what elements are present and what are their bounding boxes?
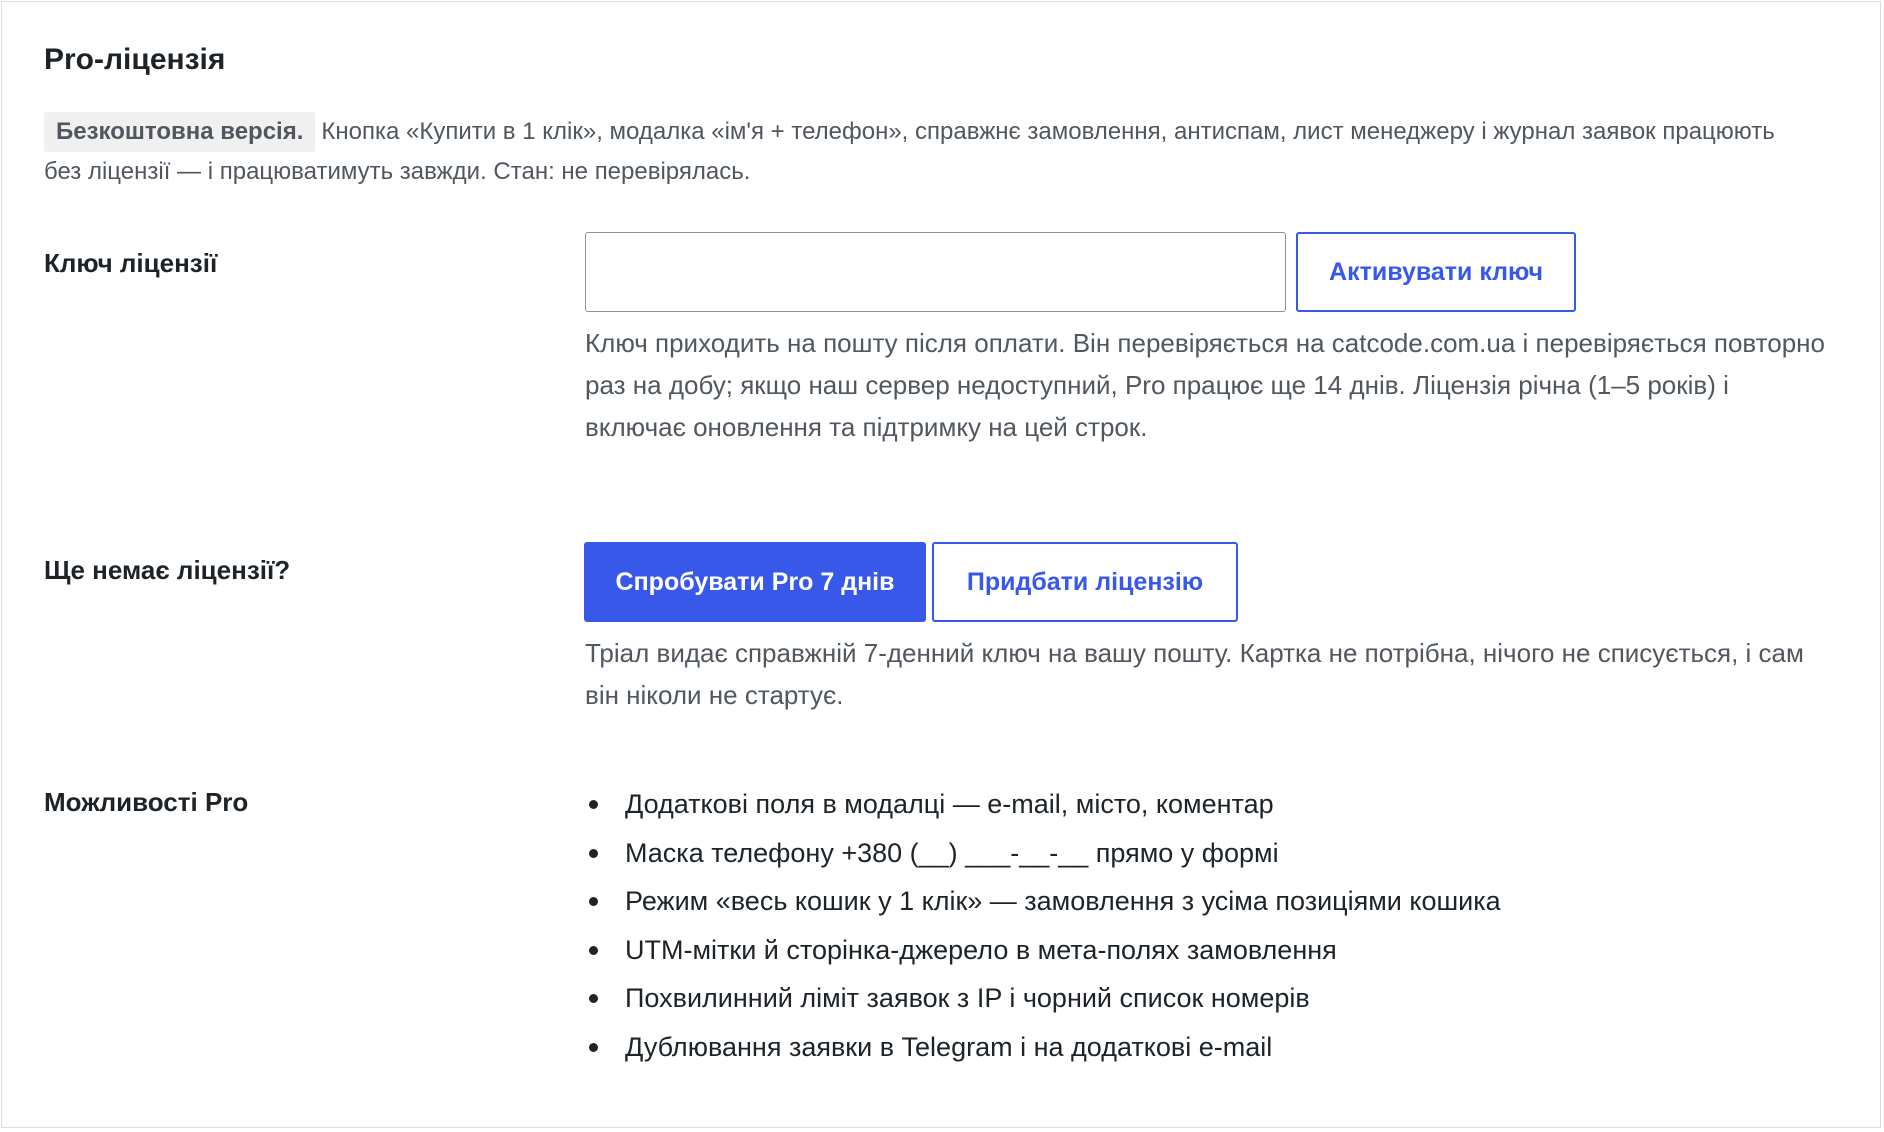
bullet-icon (589, 994, 598, 1003)
feature-text: Маска телефону +380 (__) ___-__-__ прямо… (625, 837, 1279, 868)
license-key-label: Ключ ліцензії (44, 248, 218, 278)
feature-text: Похвилинний ліміт заявок з IP і чорний с… (625, 983, 1310, 1013)
list-item: Похвилинний ліміт заявок з IP і чорний с… (585, 974, 1501, 1023)
feature-text: Режим «весь кошик у 1 клік» — замовлення… (625, 886, 1501, 916)
feature-text: Додаткові поля в модалці — e-mail, місто… (625, 789, 1274, 819)
feature-text: Дублювання заявки в Telegram і на додатк… (625, 1031, 1273, 1062)
list-item: Маска телефону +380 (__) ___-__-__ прямо… (585, 829, 1501, 878)
license-settings-card: Pro-ліцензія Безкоштовна версія. Кнопка «… (1, 1, 1881, 1128)
trial-help: Тріал видає справжній 7-денний ключ на в… (585, 638, 1804, 710)
pro-features-list: Додаткові поля в модалці — e-mail, місто… (585, 780, 1501, 1071)
intro-notice: Безкоштовна версія. Кнопка «Купити в 1 кл… (44, 112, 1804, 192)
license-key-help: Ключ приходить на пошту після оплати. Ві… (585, 328, 1826, 442)
list-item: Режим «весь кошик у 1 клік» — замовлення… (585, 877, 1501, 926)
bullet-icon (589, 800, 598, 809)
buy-license-button[interactable]: Придбати ліцензію (932, 542, 1238, 622)
bullet-icon (589, 945, 598, 955)
free-version-badge: Безкоштовна версія. (44, 112, 316, 152)
bullet-icon (589, 897, 598, 906)
list-item: UTM-мітки й сторінка-джерело в мета-поля… (585, 926, 1501, 975)
bullet-icon (589, 848, 598, 858)
no-license-label: Ще немає ліцензії? (44, 555, 291, 585)
pro-features-label: Можливості Pro (44, 787, 249, 817)
activate-key-button[interactable]: Активувати ключ (1296, 232, 1576, 312)
page-title: Pro-ліцензія (44, 43, 226, 76)
license-key-input[interactable] (585, 232, 1286, 312)
list-item: Дублювання заявки в Telegram і на додатк… (585, 1023, 1501, 1072)
feature-text: UTM-мітки й сторінка-джерело в мета-поля… (625, 934, 1337, 965)
bullet-icon (589, 1042, 598, 1052)
list-item: Додаткові поля в модалці — e-mail, місто… (585, 780, 1501, 829)
try-pro-trial-button[interactable]: Спробувати Pro 7 днів (584, 542, 926, 622)
